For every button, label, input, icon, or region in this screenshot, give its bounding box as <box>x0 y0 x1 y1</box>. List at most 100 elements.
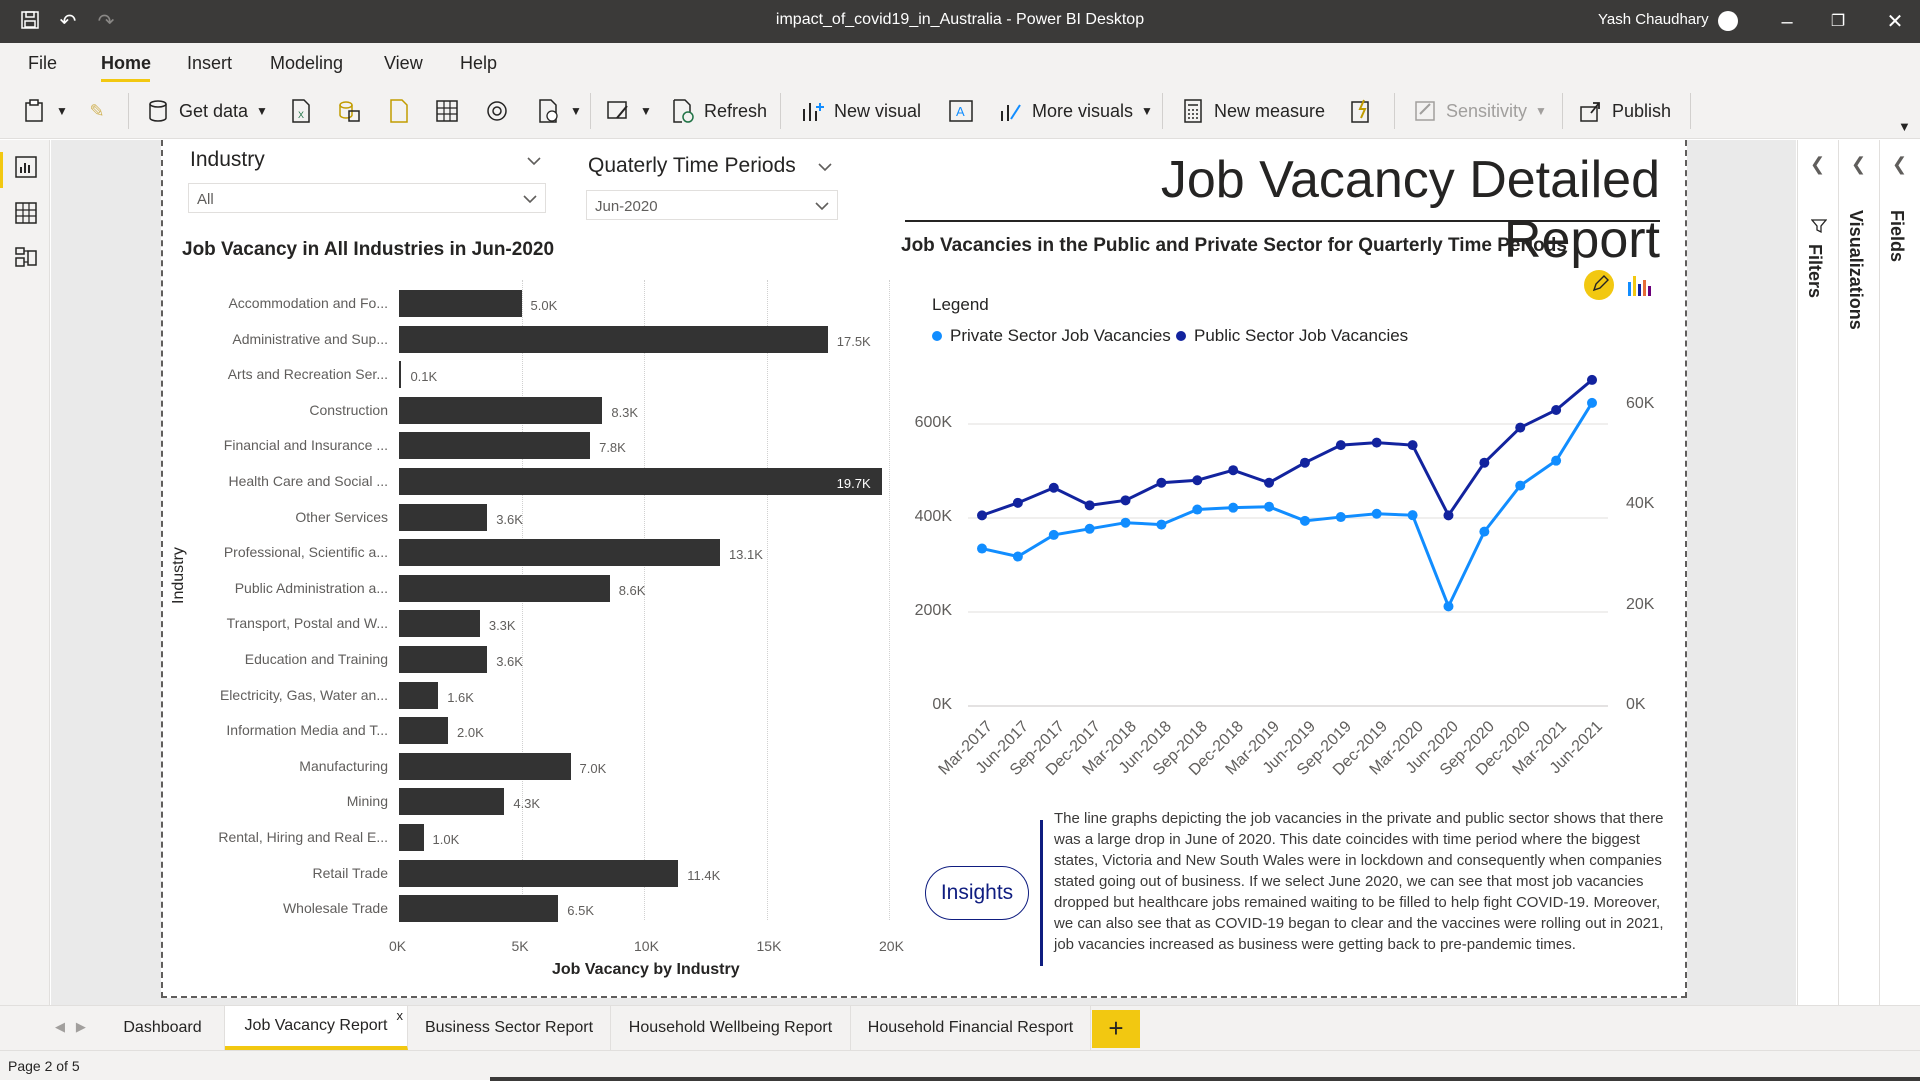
bar[interactable] <box>399 752 571 780</box>
chevron-down-icon: ▼ <box>640 104 652 118</box>
period-slicer-dropdown[interactable]: Jun-2020 <box>586 190 838 220</box>
bar[interactable] <box>399 681 439 709</box>
bar[interactable] <box>399 788 505 816</box>
user-name[interactable]: Yash Chaudhary <box>1598 11 1709 28</box>
bar[interactable] <box>399 290 522 317</box>
bar[interactable] <box>399 539 720 567</box>
left-nav <box>0 140 50 1030</box>
insights-button[interactable]: Insights <box>925 866 1029 920</box>
model-view-icon[interactable] <box>15 246 37 268</box>
bar-value-label: 3.3K <box>488 618 516 634</box>
quick-measure-icon <box>1348 98 1374 124</box>
publish-label: Publish <box>1612 100 1672 121</box>
bar[interactable] <box>399 646 488 673</box>
bar-value-label: 8.3K <box>611 404 639 420</box>
filter-icon <box>1811 219 1827 234</box>
get-data-button[interactable]: Get data ▼ <box>145 95 268 127</box>
bar[interactable] <box>399 610 480 638</box>
tab-dashboard[interactable]: Dashboard <box>101 1006 225 1050</box>
dataverse-button[interactable] <box>386 95 420 127</box>
legend-item-public[interactable]: Public Sector Job Vacancies <box>1176 326 1408 346</box>
new-visual-button[interactable]: New visual <box>800 95 921 127</box>
minimize-icon[interactable]: – <box>1775 10 1799 34</box>
legend-title: Legend <box>932 295 989 314</box>
menu-modeling[interactable]: Modeling <box>270 53 343 74</box>
menu-help[interactable]: Help <box>460 53 497 74</box>
bar[interactable] <box>399 503 488 531</box>
status-bar: Page 2 of 5 <box>0 1050 1920 1081</box>
bar-category-label: Administrative and Sup... <box>232 330 388 347</box>
chevron-down-icon[interactable] <box>527 154 541 168</box>
bar-value-label: 6.5K <box>567 903 594 919</box>
chevron-left-icon[interactable]: ❮ <box>1810 154 1825 175</box>
excel-button[interactable]: X <box>288 95 322 127</box>
bar-category-label: Education and Training <box>244 651 388 667</box>
menu-insert[interactable]: Insert <box>187 53 232 74</box>
line-left-y-tick: 400K <box>914 508 952 525</box>
bar[interactable] <box>399 361 402 389</box>
tab-scroll-arrows[interactable]: ◀ ▶ <box>55 1019 86 1035</box>
chevron-left-icon[interactable]: ❮ <box>1851 154 1866 175</box>
bar[interactable] <box>399 717 448 745</box>
bar-gridline <box>766 280 768 920</box>
text-box-button[interactable]: A <box>948 95 982 127</box>
ribbon-separator <box>1690 93 1691 129</box>
bar[interactable] <box>399 396 603 424</box>
close-icon[interactable]: ✕ <box>1883 10 1907 34</box>
paste-button[interactable]: ▼ <box>22 95 68 127</box>
visualizations-pane[interactable]: ❮ Visualizations <box>1838 140 1879 1030</box>
bar-x-tick: 0K <box>389 938 407 954</box>
edit-visual-button[interactable] <box>1584 270 1614 300</box>
ribbon-collapse-icon[interactable]: ▼ <box>1898 119 1911 134</box>
publish-button[interactable]: Publish <box>1578 95 1671 127</box>
transform-data-button[interactable]: ▼ <box>606 95 652 127</box>
bar-value-label: 0.1K <box>410 369 438 385</box>
filters-pane[interactable]: ❮ Filters <box>1797 140 1838 1030</box>
menu-view[interactable]: View <box>384 53 423 74</box>
restore-icon[interactable]: ❐ <box>1826 10 1850 34</box>
bar-value-label: 2.0K <box>457 725 484 741</box>
bar[interactable] <box>399 468 882 495</box>
new-measure-button[interactable]: New measure <box>1180 95 1325 127</box>
tab-business-sector-report[interactable]: Business Sector Report <box>408 1006 611 1050</box>
industry-slicer-dropdown[interactable]: All <box>188 183 546 213</box>
quick-measure-button[interactable] <box>1348 95 1382 127</box>
tab-label: Dashboard <box>123 1019 202 1036</box>
bar-value-label: 3.6K <box>496 654 523 669</box>
format-painter-button[interactable]: ✎ <box>84 95 118 127</box>
avatar[interactable] <box>1718 11 1738 31</box>
bar[interactable] <box>399 824 424 851</box>
tab-job-vacancy-report[interactable]: Job Vacancy Report x <box>225 1006 408 1050</box>
dataset-button[interactable] <box>336 95 370 127</box>
chevron-left-icon[interactable]: ❮ <box>1892 154 1907 175</box>
tab-close-icon[interactable]: x <box>397 1008 404 1023</box>
bar[interactable] <box>399 432 591 460</box>
line-right-y-tick: 0K <box>1626 696 1646 713</box>
report-view-icon[interactable] <box>15 156 37 178</box>
tab-label: Business Sector Report <box>424 1019 594 1036</box>
legend-label-private: Private Sector Job Vacancies <box>950 326 1171 345</box>
tab-household-wellbeing-report[interactable]: Household Wellbeing Report <box>611 1006 851 1050</box>
active-menu-indicator <box>101 79 150 82</box>
chevron-down-icon[interactable] <box>818 160 832 174</box>
data-view-icon[interactable] <box>15 202 37 224</box>
legend-item-private[interactable]: Private Sector Job Vacancies <box>932 326 1171 346</box>
tab-household-financial-report[interactable]: Household Financial Resport <box>851 1006 1091 1050</box>
recent-sources-button[interactable]: ▼ <box>536 95 582 127</box>
bar[interactable] <box>399 325 828 353</box>
enter-data-button[interactable] <box>434 95 468 127</box>
sensitivity-button[interactable]: Sensitivity ▼ <box>1412 95 1547 127</box>
bar[interactable] <box>399 895 559 923</box>
legend-dot-public <box>1176 331 1186 341</box>
menu-home[interactable]: Home <box>101 53 151 74</box>
bar[interactable] <box>399 574 610 602</box>
visual-type-icon[interactable] <box>1626 272 1652 298</box>
add-page-button[interactable]: + <box>1092 1010 1140 1048</box>
bar-value-label: 5.0K <box>530 298 558 313</box>
refresh-button[interactable]: Refresh <box>670 95 767 127</box>
fields-pane[interactable]: ❮ Fields <box>1879 140 1920 1030</box>
dataverse-swirl-button[interactable] <box>484 95 518 127</box>
menu-file[interactable]: File <box>28 53 57 74</box>
more-visuals-button[interactable]: More visuals ▼ <box>998 95 1153 127</box>
bar[interactable] <box>399 859 679 887</box>
